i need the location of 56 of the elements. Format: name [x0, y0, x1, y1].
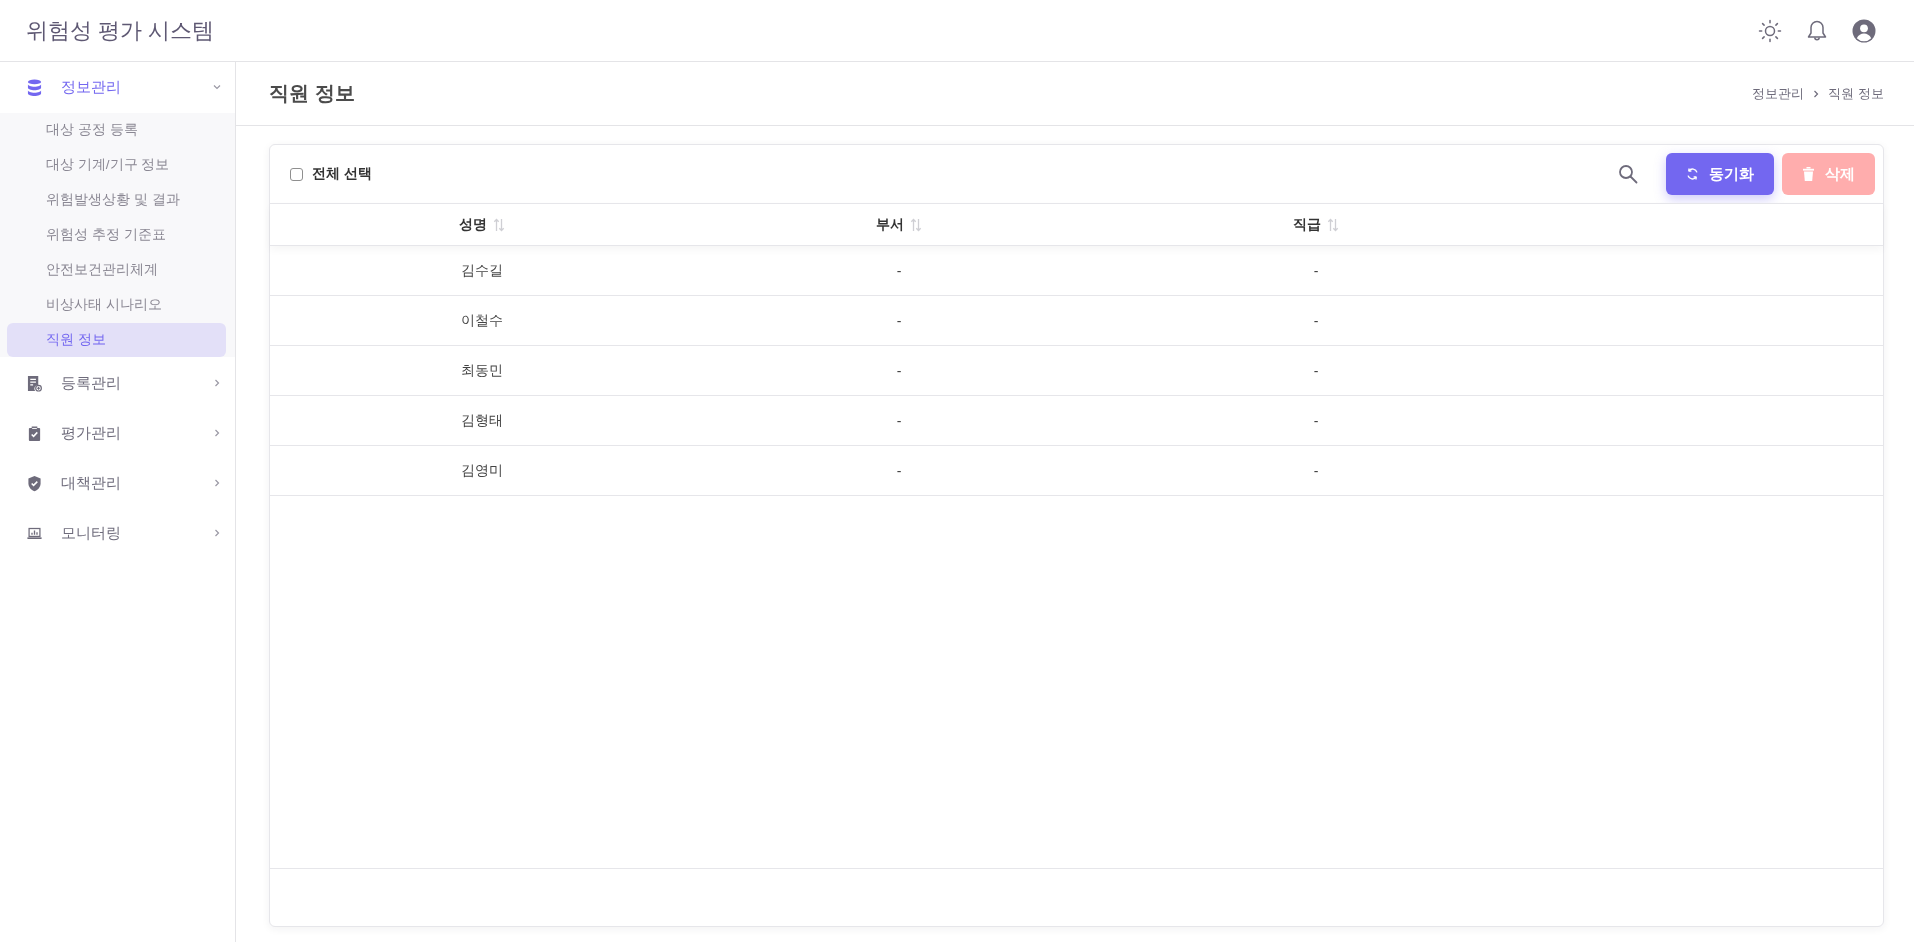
- table-cell: 김영미: [461, 461, 503, 480]
- submenu-item[interactable]: 대상 공정 등록: [7, 113, 226, 147]
- bell-icon[interactable]: [1805, 18, 1829, 43]
- sync-button[interactable]: 동기화: [1666, 153, 1774, 195]
- column-header[interactable]: 성명: [459, 215, 505, 234]
- sort-icon: [1327, 217, 1339, 232]
- sidebar-item[interactable]: 대책관리: [0, 458, 235, 508]
- table-cell: -: [896, 412, 902, 429]
- submenu-item[interactable]: 위험발생상황 및 결과: [7, 183, 226, 217]
- table-cell: 김형태: [461, 411, 503, 430]
- sync-icon: [1686, 167, 1699, 181]
- submenu-item[interactable]: 직원 정보: [7, 323, 226, 357]
- sidebar-item[interactable]: 평가관리: [0, 408, 235, 458]
- app-title: 위험성 평가 시스템: [26, 16, 215, 45]
- user-avatar-icon[interactable]: [1852, 18, 1876, 43]
- breadcrumb-link[interactable]: 정보관리: [1752, 84, 1805, 103]
- submenu-item[interactable]: 위험성 추정 기준표: [7, 218, 226, 252]
- table-cell: -: [896, 262, 902, 279]
- table-cell: -: [896, 462, 902, 479]
- table-cell: -: [1313, 312, 1319, 329]
- select-all-label: 전체 선택: [312, 165, 372, 183]
- chevron-right-icon: [213, 429, 221, 437]
- table-cell: -: [1313, 262, 1319, 279]
- page-title: 직원 정보: [269, 81, 355, 106]
- chevron-right-icon: [213, 529, 221, 537]
- submenu-item[interactable]: 대상 기계/기구 정보: [7, 148, 226, 182]
- chevron-down-icon: [213, 83, 221, 91]
- sort-icon: [493, 217, 505, 232]
- column-header[interactable]: 부서: [876, 215, 922, 234]
- clipboard-check-icon: [27, 424, 42, 442]
- sort-icon: [910, 217, 922, 232]
- chevron-right-icon: [1812, 89, 1821, 98]
- database-icon: [27, 78, 42, 96]
- table-cell: -: [1313, 412, 1319, 429]
- search-icon[interactable]: [1618, 164, 1638, 184]
- table-cell: -: [1313, 362, 1319, 379]
- table-cell: 김수길: [461, 261, 503, 280]
- shield-check-icon: [27, 474, 42, 492]
- table-cell: -: [896, 312, 902, 329]
- submenu-item[interactable]: 안전보건관리체계: [7, 253, 226, 287]
- table-cell: -: [1313, 462, 1319, 479]
- select-all-checkbox[interactable]: [290, 167, 303, 181]
- sidebar-item[interactable]: 모니터링: [0, 508, 235, 558]
- sidebar-item[interactable]: 등록관리: [0, 358, 235, 408]
- table-cell: 이철수: [461, 311, 503, 330]
- document-list-icon: [27, 374, 42, 392]
- chevron-right-icon: [213, 479, 221, 487]
- submenu-item[interactable]: 비상사태 시나리오: [7, 288, 226, 322]
- table-cell: 최동민: [461, 361, 503, 380]
- chevron-right-icon: [213, 379, 221, 387]
- table-cell: -: [896, 362, 902, 379]
- sidebar-item[interactable]: 정보관리: [0, 62, 235, 112]
- trash-icon: [1802, 167, 1815, 181]
- column-header[interactable]: 직급: [1293, 215, 1339, 234]
- sun-icon[interactable]: [1758, 18, 1782, 43]
- breadcrumb-current: 직원 정보: [1828, 84, 1884, 103]
